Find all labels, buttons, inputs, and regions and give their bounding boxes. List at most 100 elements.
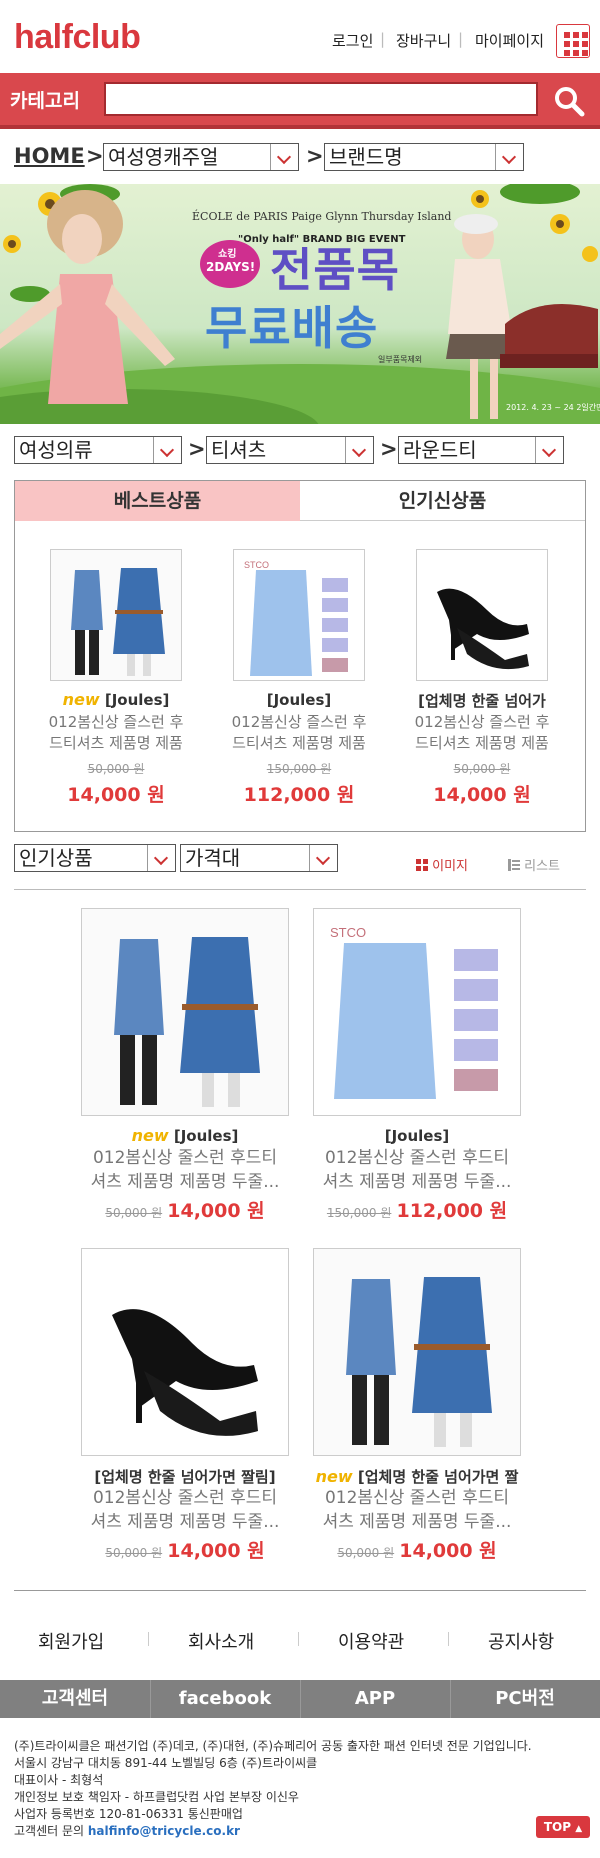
footer-company-link[interactable]: 회사소개 (188, 1628, 254, 1654)
product-name[interactable]: 012봄신상 줄스런 후드티 셔츠 제품명 제품명 두줄... (70, 1146, 300, 1194)
product-name-line: 012봄신상 즐스런 후 (48, 713, 184, 731)
category-label[interactable]: 카테고리 (10, 86, 80, 113)
price-row: 50,000 원 14,000 원 (70, 1536, 300, 1563)
menu-grid-icon[interactable] (556, 24, 590, 58)
caret-up-icon: ▲ (575, 1824, 583, 1834)
banner-note: 일부품목제외 (378, 355, 423, 364)
product-image[interactable] (416, 549, 548, 681)
top-label: TOP (543, 1820, 572, 1834)
select-value: 가격대 (185, 846, 241, 870)
footer-join-link[interactable]: 회원가입 (38, 1628, 104, 1654)
footer-email-link[interactable]: halfinfo@tricycle.co.kr (88, 1824, 240, 1838)
halfclub-logo[interactable]: halfclub (14, 18, 141, 57)
footer-company-info: (주)트라이씨클은 패션기업 (주)데코, (주)대현, (주)슈페리어 공동 … (14, 1738, 532, 1840)
price-row: 150,000 원 112,000 원 (302, 1196, 532, 1223)
sort-price-select[interactable]: 가격대 (180, 844, 338, 872)
banner-date: 2012. 4. 23 ~ 24 2일간만 (506, 403, 600, 412)
product-brand: [Joules] (173, 1127, 239, 1145)
product-name-line: 셔츠 제품명 제품명 두줄... (322, 1172, 512, 1192)
view-list-label: 리스트 (524, 859, 561, 874)
product-name[interactable]: 012봄신상 즐스런 후드티셔츠 제품명 제품 (219, 712, 379, 754)
grid-icon (416, 859, 428, 871)
tab-best[interactable]: 베스트상품 (15, 481, 300, 521)
mypage-link[interactable]: 마이페이지 (475, 30, 544, 51)
banner-badge-line1: 쇼킹 (218, 249, 237, 260)
sale-price: 14,000 원 (399, 1540, 497, 1562)
product-image[interactable] (313, 1248, 521, 1456)
product-image[interactable] (81, 1248, 289, 1456)
select-value: 라운드티 (403, 438, 477, 462)
filter-category-1[interactable]: 여성의류 (14, 436, 182, 464)
breadcrumb-category-select[interactable]: 여성영캐주얼 (103, 143, 299, 171)
sale-price: 14,000 원 (167, 1200, 265, 1222)
tab-new[interactable]: 인기신상품 (300, 481, 585, 521)
product-brand-row: [업체명 한줄 넘어가 (402, 690, 562, 711)
divider (14, 889, 586, 890)
footer-app[interactable]: APP (300, 1680, 450, 1718)
original-price: 50,000 원 (337, 1546, 395, 1560)
footer-pc-version[interactable]: PC버전 (450, 1680, 600, 1718)
login-link[interactable]: 로그인 (332, 30, 373, 51)
product-image[interactable] (81, 908, 289, 1116)
view-list-button[interactable]: 리스트 (508, 855, 560, 874)
product-name-line: 셔츠 제품명 제품명 두줄... (90, 1512, 280, 1532)
product-brand-row: new [Joules] (70, 1126, 300, 1145)
divider: | (458, 30, 464, 48)
product-brand-row: new [업체명 한줄 넘어가면 짤 (302, 1466, 532, 1487)
product-name-line: 012봄신상 줄스런 후드티 (324, 1488, 509, 1508)
breadcrumb-home[interactable]: HOME (14, 144, 85, 168)
footer-info-line: 고객센터 문의 halfinfo@tricycle.co.kr (14, 1823, 532, 1840)
select-value: 인기상품 (19, 846, 93, 870)
product-brand-row: [Joules] (219, 690, 379, 709)
filter-separator: > (380, 437, 398, 461)
view-image-button[interactable]: 이미지 (416, 855, 468, 874)
search-icon[interactable] (552, 84, 586, 118)
footer-info-line: 서울시 강남구 대치동 891-44 노벨빌딩 6층 (주)트라이씨클 (14, 1756, 318, 1770)
product-brand: [Joules] (266, 691, 332, 709)
promo-banner[interactable]: ÉCOLE de PARIS Paige Glynn Thursday Isla… (0, 184, 600, 424)
sort-popular-select[interactable]: 인기상품 (14, 844, 176, 872)
product-name-line: 012봄신상 줄스런 후드티 (92, 1148, 277, 1168)
cart-link[interactable]: 장바구니 (396, 30, 451, 51)
search-input[interactable] (104, 82, 538, 116)
banner-badge-line2: 2DAYS! (206, 260, 256, 274)
select-value: 티셔츠 (211, 438, 267, 462)
original-price: 50,000 원 (105, 1206, 163, 1220)
banner-headline-1: 전품목 (270, 243, 400, 297)
scroll-top-button[interactable]: TOP ▲ (536, 1816, 590, 1838)
footer-notice-link[interactable]: 공지사항 (488, 1628, 554, 1654)
product-brand: [Joules] (104, 691, 170, 709)
select-value: 브랜드명 (329, 145, 403, 169)
product-name-line: 012봄신상 줄스런 후드티 (324, 1148, 509, 1168)
product-name[interactable]: 012봄신상 줄스런 후드티 셔츠 제품명 제품명 두줄... (302, 1486, 532, 1534)
footer-facebook[interactable]: facebook (150, 1680, 300, 1718)
product-name-line: 012봄신상 즐스런 후 (231, 713, 367, 731)
product-image[interactable] (50, 549, 182, 681)
product-name[interactable]: 012봄신상 줄스런 후드티 셔츠 제품명 제품명 두줄... (70, 1486, 300, 1534)
product-name[interactable]: 012봄신상 즐스런 후드티셔츠 제품명 제품 (36, 712, 196, 754)
product-image[interactable]: STCO (313, 908, 521, 1116)
divider (298, 1632, 299, 1646)
product-image[interactable]: STCO (233, 549, 365, 681)
chevron-down-icon (309, 845, 337, 871)
product-brand-row: [Joules] (302, 1126, 532, 1145)
product-name[interactable]: 012봄신상 줄스런 후드티셔츠 제품명 제품명 두줄... (302, 1146, 532, 1194)
filter-category-2[interactable]: 티셔츠 (206, 436, 374, 464)
footer-customer-center[interactable]: 고객센터 (0, 1680, 150, 1718)
footer-terms-link[interactable]: 이용약관 (338, 1628, 404, 1654)
breadcrumb-brand-select[interactable]: 브랜드명 (324, 143, 524, 171)
product-brand: [업체명 한줄 넘어가면 짤 (357, 1468, 519, 1486)
product-name-line: 012봄신상 즐스런 후 (414, 713, 550, 731)
product-brand: [업체명 한줄 넘어가 (418, 692, 546, 710)
filter-category-3[interactable]: 라운드티 (398, 436, 564, 464)
select-value: 여성영캐주얼 (108, 145, 219, 169)
original-price: 50,000 원 (87, 762, 145, 776)
original-price: 50,000 원 (105, 1546, 163, 1560)
footer-info-line: 개인정보 보호 책임자 - 하프클럽닷컴 사업 본부장 이신우 (14, 1790, 299, 1804)
product-name-line: 드티셔츠 제품명 제품 (49, 734, 183, 752)
product-name-line: 드티셔츠 제품명 제품 (232, 734, 366, 752)
product-brand: [Joules] (384, 1127, 450, 1145)
sale-price: 112,000 원 (396, 1200, 508, 1222)
page: halfclub 로그인 | 장바구니 | 마이페이지 카테고리 HOME > … (0, 0, 600, 1858)
product-name[interactable]: 012봄신상 즐스런 후 드티셔츠 제품명 제품 (402, 712, 562, 754)
